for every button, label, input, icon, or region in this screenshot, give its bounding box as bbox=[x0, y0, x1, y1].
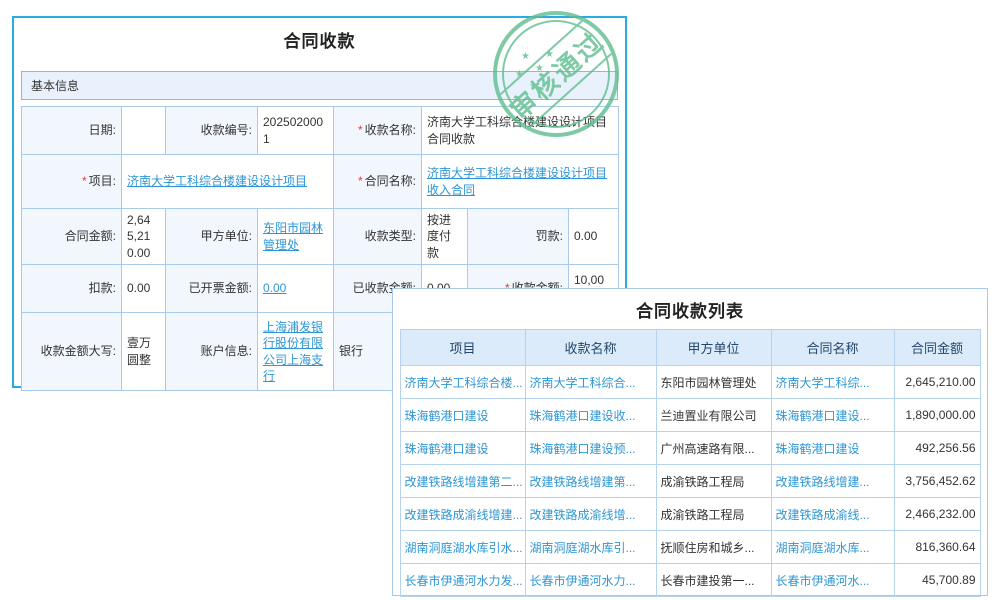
contract-cell[interactable]: 改建铁路线增建... bbox=[771, 465, 894, 498]
receipt-list-panel: 合同收款列表 项目 收款名称 甲方单位 合同名称 合同金额 济南大学工科综合楼.… bbox=[392, 288, 988, 596]
contract-amount-field: 2,645,210.00 bbox=[122, 209, 166, 265]
receipt-name-cell[interactable]: 长春市伊通河水力... bbox=[525, 564, 656, 597]
receipt-name-cell[interactable]: 改建铁路线增建第... bbox=[525, 465, 656, 498]
amount-in-words-field: 壹万圆整 bbox=[122, 313, 166, 391]
party-a-field: 东阳市园林管理处 bbox=[258, 209, 334, 265]
invoiced-amount-link[interactable]: 0.00 bbox=[263, 281, 286, 295]
party-a-label: 甲方单位: bbox=[166, 209, 258, 265]
project-cell[interactable]: 济南大学工科综合楼... bbox=[400, 366, 525, 399]
fine-field[interactable]: 0.00 bbox=[569, 209, 619, 265]
table-row: 济南大学工科综合楼... 济南大学工科综合... 东阳市园林管理处 济南大学工科… bbox=[400, 366, 980, 399]
receipt-type-field[interactable]: 按进度付款 bbox=[422, 209, 468, 265]
receipt-name-cell[interactable]: 济南大学工科综合... bbox=[525, 366, 656, 399]
contract-cell[interactable]: 珠海鹤港口建设 bbox=[771, 432, 894, 465]
required-asterisk: * bbox=[358, 174, 363, 188]
col-header-party[interactable]: 甲方单位 bbox=[656, 330, 771, 366]
account-info-label: 账户信息: bbox=[166, 313, 258, 391]
project-cell[interactable]: 长春市伊通河水力发... bbox=[400, 564, 525, 597]
contract-name-link[interactable]: 济南大学工科综合楼建设设计项目收入合同 bbox=[427, 166, 607, 196]
party-cell: 兰迪置业有限公司 bbox=[656, 399, 771, 432]
table-row: 珠海鹤港口建设 珠海鹤港口建设预... 广州高速路有限... 珠海鹤港口建设 4… bbox=[400, 432, 980, 465]
date-label: 日期: bbox=[22, 107, 122, 155]
project-label: *项目: bbox=[22, 155, 122, 209]
contract-cell[interactable]: 改建铁路成渝线... bbox=[771, 498, 894, 531]
receipt-type-label: 收款类型: bbox=[334, 209, 422, 265]
form-row-1: 日期: 收款编号: 2025020001 *收款名称: 济南大学工科综合楼建设设… bbox=[22, 107, 619, 155]
table-row: 湖南洞庭湖水库引水... 湖南洞庭湖水库引... 抚顺住房和城乡... 湖南洞庭… bbox=[400, 531, 980, 564]
project-link[interactable]: 济南大学工科综合楼建设设计项目 bbox=[127, 174, 307, 188]
col-header-project[interactable]: 项目 bbox=[400, 330, 525, 366]
account-info-link[interactable]: 上海浦发银行股份有限公司上海支行 bbox=[263, 320, 323, 383]
table-row: 改建铁路成渝线增建... 改建铁路成渝线增... 成渝铁路工程局 改建铁路成渝线… bbox=[400, 498, 980, 531]
receipt-name-label: *收款名称: bbox=[334, 107, 422, 155]
receipt-no-label: 收款编号: bbox=[166, 107, 258, 155]
col-header-amount[interactable]: 合同金额 bbox=[894, 330, 980, 366]
table-row: 改建铁路线增建第二... 改建铁路线增建第... 成渝铁路工程局 改建铁路线增建… bbox=[400, 465, 980, 498]
amount-cell: 2,466,232.00 bbox=[894, 498, 980, 531]
invoiced-amount-field: 0.00 bbox=[258, 265, 334, 313]
table-row: 长春市伊通河水力发... 长春市伊通河水力... 长春市建投第一... 长春市伊… bbox=[400, 564, 980, 597]
fine-label: 罚款: bbox=[468, 209, 569, 265]
receipt-name-field[interactable]: 济南大学工科综合楼建设设计项目合同收款 bbox=[422, 107, 619, 155]
amount-cell: 3,756,452.62 bbox=[894, 465, 980, 498]
party-cell: 长春市建投第一... bbox=[656, 564, 771, 597]
contract-cell[interactable]: 长春市伊通河水... bbox=[771, 564, 894, 597]
project-cell[interactable]: 改建铁路成渝线增建... bbox=[400, 498, 525, 531]
amount-in-words-label: 收款金额大写: bbox=[22, 313, 122, 391]
project-field: 济南大学工科综合楼建设设计项目 bbox=[122, 155, 334, 209]
party-cell: 东阳市园林管理处 bbox=[656, 366, 771, 399]
date-field[interactable] bbox=[122, 107, 166, 155]
party-cell: 抚顺住房和城乡... bbox=[656, 531, 771, 564]
account-info-field: 上海浦发银行股份有限公司上海支行 bbox=[258, 313, 334, 391]
list-title: 合同收款列表 bbox=[393, 297, 987, 322]
receipt-name-cell[interactable]: 珠海鹤港口建设收... bbox=[525, 399, 656, 432]
amount-cell: 492,256.56 bbox=[894, 432, 980, 465]
contract-name-field: 济南大学工科综合楼建设设计项目收入合同 bbox=[422, 155, 619, 209]
receipt-name-cell[interactable]: 湖南洞庭湖水库引... bbox=[525, 531, 656, 564]
party-cell: 成渝铁路工程局 bbox=[656, 498, 771, 531]
col-header-contract[interactable]: 合同名称 bbox=[771, 330, 894, 366]
project-cell[interactable]: 湖南洞庭湖水库引水... bbox=[400, 531, 525, 564]
project-cell[interactable]: 珠海鹤港口建设 bbox=[400, 399, 525, 432]
form-row-3: 合同金额: 2,645,210.00 甲方单位: 东阳市园林管理处 收款类型: … bbox=[22, 209, 619, 265]
receipt-list-table: 项目 收款名称 甲方单位 合同名称 合同金额 济南大学工科综合楼... 济南大学… bbox=[400, 329, 981, 597]
deduction-field[interactable]: 0.00 bbox=[122, 265, 166, 313]
receipt-name-cell[interactable]: 珠海鹤港口建设预... bbox=[525, 432, 656, 465]
contract-cell[interactable]: 珠海鹤港口建设... bbox=[771, 399, 894, 432]
contract-amount-label: 合同金额: bbox=[22, 209, 122, 265]
amount-cell: 45,700.89 bbox=[894, 564, 980, 597]
table-row: 珠海鹤港口建设 珠海鹤港口建设收... 兰迪置业有限公司 珠海鹤港口建设... … bbox=[400, 399, 980, 432]
amount-cell: 1,890,000.00 bbox=[894, 399, 980, 432]
project-cell[interactable]: 改建铁路线增建第二... bbox=[400, 465, 525, 498]
form-title: 合同收款 bbox=[14, 27, 625, 52]
party-cell: 广州高速路有限... bbox=[656, 432, 771, 465]
section-header-basic-info: 基本信息 bbox=[21, 71, 618, 100]
contract-cell[interactable]: 湖南洞庭湖水库... bbox=[771, 531, 894, 564]
amount-cell: 2,645,210.00 bbox=[894, 366, 980, 399]
required-asterisk: * bbox=[358, 123, 363, 137]
list-header-row: 项目 收款名称 甲方单位 合同名称 合同金额 bbox=[400, 330, 980, 366]
form-row-2: *项目: 济南大学工科综合楼建设设计项目 *合同名称: 济南大学工科综合楼建设设… bbox=[22, 155, 619, 209]
party-cell: 成渝铁路工程局 bbox=[656, 465, 771, 498]
invoiced-amount-label: 已开票金额: bbox=[166, 265, 258, 313]
project-cell[interactable]: 珠海鹤港口建设 bbox=[400, 432, 525, 465]
contract-cell[interactable]: 济南大学工科综... bbox=[771, 366, 894, 399]
col-header-receipt-name[interactable]: 收款名称 bbox=[525, 330, 656, 366]
deduction-label: 扣款: bbox=[22, 265, 122, 313]
amount-cell: 816,360.64 bbox=[894, 531, 980, 564]
receipt-no-field: 2025020001 bbox=[258, 107, 334, 155]
party-a-link[interactable]: 东阳市园林管理处 bbox=[263, 221, 323, 251]
contract-name-label: *合同名称: bbox=[334, 155, 422, 209]
required-asterisk: * bbox=[82, 174, 87, 188]
receipt-name-cell[interactable]: 改建铁路成渝线增... bbox=[525, 498, 656, 531]
